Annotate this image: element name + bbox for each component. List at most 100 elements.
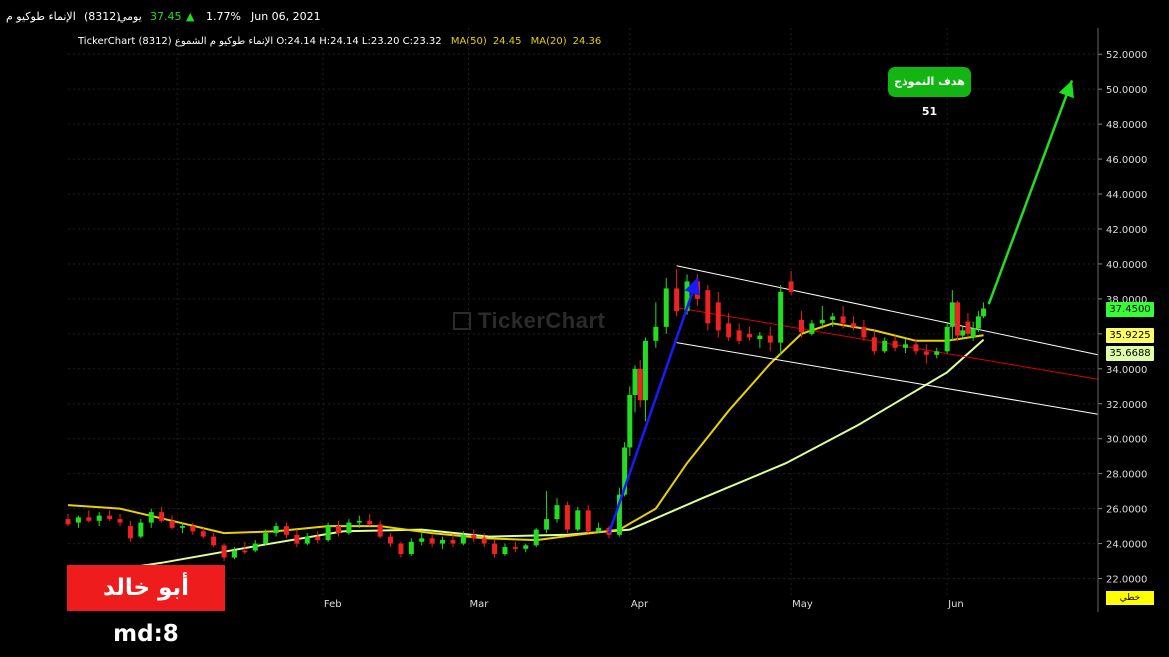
candle-body [637, 368, 643, 401]
candle-body [632, 368, 638, 396]
y-tick-label: 28.0000 [1106, 470, 1147, 481]
chart-grid [68, 28, 1098, 596]
candle-body [315, 536, 321, 541]
candle [674, 269, 680, 317]
candle-body [575, 510, 581, 530]
candle [819, 305, 825, 329]
candle [117, 513, 123, 527]
candle-body [398, 543, 404, 555]
candle-body [757, 335, 763, 340]
candle [981, 302, 987, 319]
candle [544, 491, 550, 534]
candle-body [252, 543, 258, 551]
candle-body [955, 302, 961, 336]
candle [75, 515, 81, 528]
candle-body [512, 547, 518, 549]
candle [138, 519, 144, 539]
target-label[interactable]: هدف النموذج 51 [888, 67, 971, 118]
candle-body [179, 526, 185, 528]
candle [252, 540, 258, 553]
candle-body [408, 541, 414, 555]
price-chart[interactable]: 22.0000 24.0000 26.0000 28.0000 30.0000 32.00… [0, 0, 1169, 612]
x-tick-label: Apr [631, 599, 649, 610]
candle-body [585, 510, 591, 532]
candle [408, 538, 414, 556]
candle [903, 339, 909, 354]
candle [788, 270, 794, 296]
candle-body [419, 538, 425, 542]
candle [705, 284, 711, 331]
candle [809, 319, 815, 336]
candle [632, 365, 638, 413]
candle-body [809, 323, 815, 334]
candle-body [242, 550, 248, 553]
y-tick-label: 30.0000 [1106, 435, 1147, 446]
candle [663, 277, 669, 334]
candle-body [544, 519, 550, 530]
candle [523, 543, 529, 553]
candle-body [502, 547, 508, 555]
candle-body [336, 526, 342, 534]
y-tick-label: 22.0000 [1106, 575, 1147, 586]
candle-body [346, 522, 352, 534]
ma50-line [67, 338, 985, 578]
candle-body [450, 540, 456, 544]
candle-body [325, 526, 331, 541]
candle [575, 506, 581, 532]
candle [871, 330, 877, 355]
candle-body [819, 319, 825, 324]
candle-body [117, 519, 123, 523]
blue-arrow-shaft [607, 277, 699, 534]
candle-body [960, 330, 966, 336]
candle [653, 302, 659, 348]
candle [429, 534, 435, 548]
candle [502, 543, 508, 556]
candle-body [653, 326, 659, 341]
chart-type-toggle[interactable]: خطي [1106, 591, 1154, 605]
candle [955, 300, 961, 341]
candle-body [231, 550, 237, 558]
candle [398, 541, 404, 558]
price-tag: 37.4500 [1106, 301, 1154, 317]
green-arrow-shaft [987, 79, 1074, 305]
channel-upper-line [676, 265, 1099, 356]
candle-body [642, 340, 648, 401]
candle-body [263, 533, 269, 544]
candle-body [460, 534, 466, 544]
candle-body [190, 526, 196, 532]
candle-body [981, 308, 987, 317]
candle-body [830, 316, 836, 320]
candle [346, 519, 352, 535]
candle [564, 501, 570, 534]
candle-body [377, 524, 383, 537]
candle [861, 319, 867, 341]
candle-body [283, 526, 289, 535]
y-tick-label: 46.0000 [1106, 155, 1147, 166]
candle-body [107, 515, 113, 520]
candle [882, 337, 888, 354]
candle-body [663, 288, 669, 327]
candle [315, 531, 321, 544]
candle [450, 534, 456, 548]
candle-body [736, 330, 742, 341]
candle-body [903, 344, 909, 348]
candle-body [96, 515, 102, 521]
candle-body [523, 545, 529, 549]
candle-body [388, 536, 394, 544]
price-tag: 35.6688 [1106, 346, 1154, 362]
candle [767, 326, 773, 352]
candle-body [429, 538, 435, 544]
candle-body [944, 326, 950, 352]
candle [65, 513, 71, 527]
candle [96, 512, 102, 527]
candle-body [492, 543, 498, 555]
candle [107, 510, 113, 521]
candle [960, 326, 966, 338]
y-tick-label: 52.0000 [1106, 50, 1147, 61]
candle-body [127, 526, 133, 539]
candle [159, 506, 165, 523]
candle-body [778, 291, 784, 343]
candle [169, 515, 175, 530]
candle-body [367, 520, 373, 525]
candle-body [221, 545, 227, 558]
